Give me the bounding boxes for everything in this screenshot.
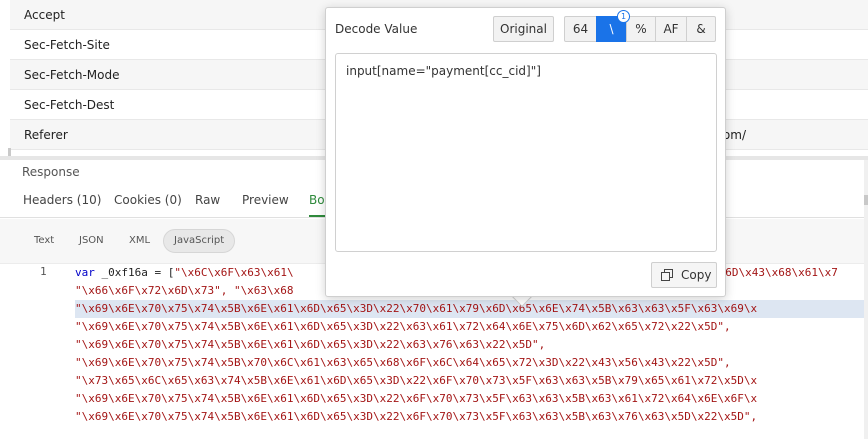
tab-body[interactable]: Bo [309,193,325,207]
header-name: Sec-Fetch-Site [24,37,110,52]
header-value: om/ [722,127,746,142]
code-line: "\x69\x6E\x70\x75\x74\x5B\x6E\x61\x6D\x6… [75,320,731,333]
decode-base64-button[interactable]: 64 [564,16,597,42]
format-javascript[interactable]: JavaScript [163,229,236,253]
scrollbar-thumb[interactable] [864,195,868,205]
tab-headers[interactable]: Headers (10) [23,193,101,207]
response-label: Response [22,165,80,179]
tab-preview[interactable]: Preview [242,193,289,207]
original-button[interactable]: Original [493,16,554,42]
decode-count-badge: 1 [617,10,630,23]
header-name: Sec-Fetch-Dest [24,97,115,112]
header-name: Accept [24,7,65,22]
code-line: "\x69\x6E\x70\x75\x74\x5B\x6E\x61\x6D\x6… [75,392,758,405]
format-text[interactable]: Text [24,229,64,253]
code-identifier: _0xf16a = [ [94,266,175,279]
code-line: "\x69\x6E\x70\x75\x74\x5B\x6E\x61\x6D\x6… [75,338,546,351]
format-xml[interactable]: XML [119,229,160,253]
code-line: "\x69\x6E\x70\x75\x74\x5B\x70\x6C\x61\x6… [75,356,731,369]
format-json[interactable]: JSON [69,229,114,253]
copy-icon [661,269,673,281]
code-line: "\x66\x6F\x72\x6D\x73", "\x63\x68 [75,284,294,297]
decode-value-popup: Decode Value Original 64 \ % AF & 1 inpu… [325,7,726,297]
decode-af-button[interactable]: AF [655,16,687,42]
tab-raw[interactable]: Raw [195,193,220,207]
code-line: var _0xf16a = ["\x6C\x6F\x63\x61\ [75,264,294,282]
code-fragment: \x6D\x43\x68\x61\x7 [712,266,838,279]
copy-label: Copy [681,268,712,282]
decoded-value-field[interactable]: input[name="payment[cc_cid]"] [335,53,717,252]
copy-button[interactable]: Copy [651,262,717,288]
line-number: 1 [40,265,47,278]
popup-title: Decode Value [335,22,418,36]
decode-ampersand-button[interactable]: & [686,16,716,42]
tab-cookies[interactable]: Cookies (0) [114,193,182,207]
code-line: "\x69\x6E\x70\x75\x74\x5B\x6E\x61\x6D\x6… [75,410,758,423]
code-string: "\x6C\x6F\x63\x61\ [174,266,294,279]
code-line-highlighted: "\x69\x6E\x70\x75\x74\x5B\x6E\x61\x6D\x6… [75,300,868,318]
header-name: Referer [24,127,68,142]
decode-percent-button[interactable]: % [626,16,656,42]
code-keyword: var [75,266,95,279]
code-line: "\x73\x65\x6C\x65\x63\x74\x5B\x6E\x61\x6… [75,374,758,387]
header-name: Sec-Fetch-Mode [24,67,120,82]
